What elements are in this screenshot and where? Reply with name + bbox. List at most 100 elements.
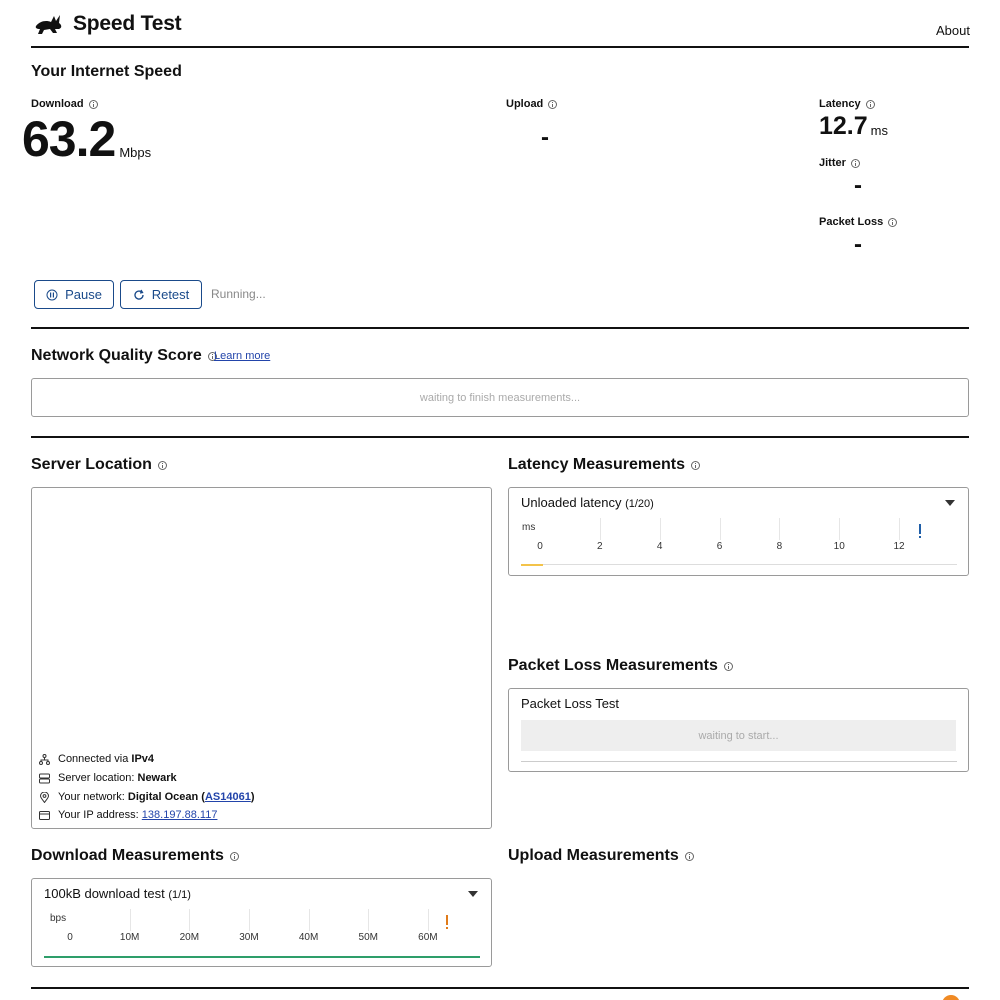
- latency-measurement-marker: [919, 524, 921, 534]
- latency-unit: ms: [870, 123, 889, 138]
- packet-loss-info-icon[interactable]: [888, 217, 898, 227]
- latency-axis-unit: ms: [522, 522, 536, 533]
- download-progress-bar: [44, 956, 480, 958]
- speed-section-title: Your Internet Speed: [31, 63, 182, 80]
- download-gridline: [248, 909, 250, 931]
- packet-loss-label: Packet Loss: [819, 216, 898, 228]
- latency-tick-label: 2: [597, 541, 603, 552]
- packet-loss-value: -: [854, 231, 862, 258]
- ip-address-link[interactable]: 138.197.88.117: [142, 809, 218, 821]
- app-title: Speed Test: [73, 12, 182, 35]
- latency-tick-label: 4: [656, 541, 663, 552]
- connected-via-line: Connected via IPv4: [39, 753, 154, 765]
- latency-axis: 0 2 4 6 8 10 12: [537, 516, 921, 556]
- download-axis: 0 10M 20M 30M 40M 50M 60M: [67, 907, 448, 947]
- packet-loss-waiting-text: waiting to start...: [698, 729, 779, 742]
- latency-readout: 12.7 ms: [819, 114, 888, 139]
- download-section-title: Download Measurements: [31, 847, 239, 865]
- jitter-value: -: [854, 172, 862, 199]
- jitter-label: Jitter: [819, 157, 860, 169]
- latency-gridline: [899, 518, 901, 540]
- latency-tick-label: 10: [833, 541, 845, 552]
- upload-label: Upload: [506, 98, 558, 110]
- download-measurements-panel: 100kB download test (1/1) bps 0 10M 20M 30M…: [31, 878, 492, 967]
- download-gridline: [368, 909, 370, 931]
- download-tick-label: 30M: [239, 932, 259, 943]
- download-tick-label: 20M: [179, 932, 200, 943]
- download-measurements-info-icon[interactable]: [229, 851, 239, 861]
- packet-loss-section-title: Packet Loss Measurements: [508, 657, 733, 675]
- latency-tick-label: 6: [716, 541, 723, 552]
- download-axis-unit: bps: [50, 913, 67, 924]
- learn-more-link[interactable]: Learn more: [214, 350, 270, 362]
- server-info-icon[interactable]: [157, 460, 167, 470]
- footer-divider: [31, 987, 969, 989]
- latency-gridline: [659, 518, 661, 540]
- server-location-panel: Connected via IPv4 Server location: Newa…: [31, 487, 492, 829]
- latency-label: Latency: [819, 98, 875, 110]
- jitter-info-icon[interactable]: [850, 158, 860, 168]
- latency-chevron-down-icon[interactable]: [945, 500, 955, 506]
- packet-loss-panel: Packet Loss Test waiting to start...: [508, 688, 969, 772]
- pause-icon: [46, 289, 58, 300]
- upload-info-icon[interactable]: [548, 99, 558, 109]
- latency-progress-bar: [521, 564, 543, 566]
- upload-value: -: [541, 124, 549, 151]
- ip-address-line: Your IP address: 138.197.88.117: [39, 809, 217, 821]
- quality-section-title: Network Quality Score: [31, 347, 217, 365]
- latency-test-select[interactable]: Unloaded latency (1/20): [521, 495, 654, 510]
- asn-link[interactable]: AS14061: [205, 791, 251, 803]
- download-chevron-down-icon[interactable]: [468, 891, 478, 897]
- quality-divider: [31, 436, 969, 438]
- latency-gridline: [839, 518, 841, 540]
- latency-tick-label: 0: [537, 541, 543, 552]
- latency-gridline: [599, 518, 601, 540]
- download-tick-label: 50M: [358, 932, 378, 943]
- retest-button[interactable]: Retest: [120, 280, 202, 309]
- download-measurement-marker: [446, 915, 448, 925]
- download-value: 63.2: [22, 111, 116, 167]
- controls-divider: [31, 327, 969, 329]
- download-tick-label: 10M: [119, 932, 140, 943]
- quality-waiting-text: waiting to finish measurements...: [419, 391, 581, 404]
- latency-measurements-panel: Unloaded latency (1/20) ms 0 2 4 6 8 10 12: [508, 487, 969, 576]
- download-gridline: [308, 909, 310, 931]
- packet-loss-progress-track: [521, 761, 957, 762]
- download-gridline: [427, 909, 429, 931]
- latency-measurements-info-icon[interactable]: [690, 460, 700, 470]
- upload-section-title: Upload Measurements: [508, 847, 694, 865]
- header-divider: [31, 46, 969, 48]
- location-pin-icon: [39, 791, 50, 803]
- refresh-icon: [134, 289, 144, 300]
- download-tick-label: 60M: [418, 932, 438, 943]
- latency-measurement-dot: [919, 536, 921, 538]
- notification-badge-icon[interactable]: [942, 995, 960, 1000]
- latency-section-title: Latency Measurements: [508, 456, 700, 474]
- test-status: Running...: [211, 287, 266, 301]
- latency-gridline: [779, 518, 781, 540]
- download-test-select[interactable]: 100kB download test (1/1): [44, 886, 191, 901]
- latency-tick-label: 8: [776, 541, 783, 552]
- server-icon: [39, 773, 50, 783]
- server-location-line: Server location: Newark: [39, 772, 177, 784]
- latency-progress-track: [521, 564, 957, 565]
- pause-button[interactable]: Pause: [34, 280, 114, 309]
- packet-loss-waiting-box: waiting to start...: [521, 720, 956, 751]
- upload-measurements-info-icon[interactable]: [684, 851, 694, 861]
- download-unit: Mbps: [119, 145, 152, 160]
- download-readout: 63.2 Mbps: [22, 114, 151, 164]
- download-tick-label: 40M: [298, 932, 319, 943]
- download-label: Download: [31, 98, 98, 110]
- your-network-line: Your network: Digital Ocean (AS14061): [39, 791, 255, 803]
- latency-tick-label: 12: [893, 541, 905, 552]
- packet-loss-measurements-info-icon[interactable]: [723, 661, 733, 671]
- rabbit-logo-icon: [35, 15, 62, 34]
- download-tick-label: 0: [67, 932, 73, 943]
- latency-info-icon[interactable]: [865, 99, 875, 109]
- download-gridline: [189, 909, 191, 931]
- network-icon: [39, 753, 50, 765]
- latency-gridline: [719, 518, 721, 540]
- about-link[interactable]: About: [936, 23, 970, 38]
- download-info-icon[interactable]: [88, 99, 98, 109]
- latency-value: 12.7: [819, 112, 868, 140]
